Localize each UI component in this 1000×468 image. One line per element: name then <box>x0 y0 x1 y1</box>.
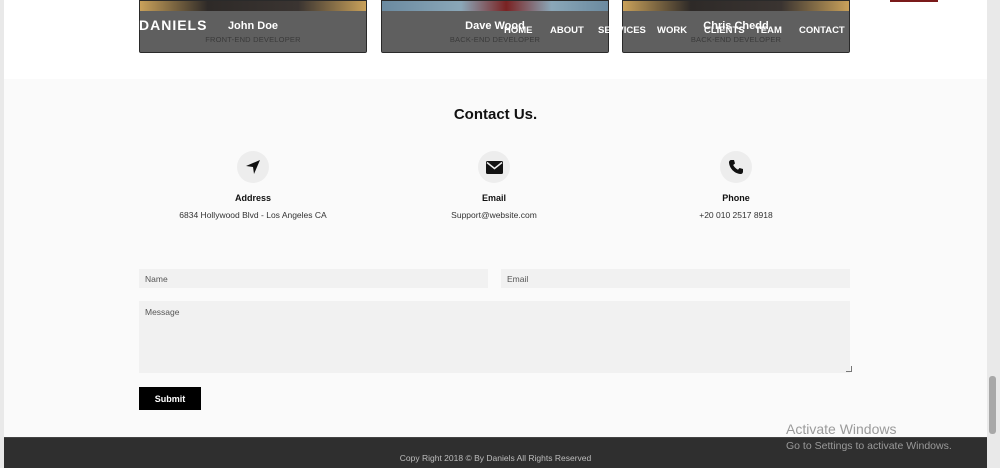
phone-icon <box>729 160 743 174</box>
team-photo <box>382 1 608 11</box>
team-photo <box>140 1 366 11</box>
footer-copyright: Copy Right 2018 © By Daniels All Rights … <box>399 453 592 463</box>
team-section: John Doe FRONT-END DEVELOPER Dave Wood B… <box>4 0 987 79</box>
contact-info-value: Support@website.com <box>451 210 537 220</box>
contact-info-title: Address <box>234 193 271 203</box>
contact-info-email: Email Support@website.com <box>384 151 604 220</box>
contact-title: Contact Us. <box>453 106 538 123</box>
nav-item-about[interactable]: ABOUT <box>550 20 584 36</box>
brand-logo[interactable]: DANIELS <box>139 17 207 33</box>
contact-info-value: 6834 Hollywood Blvd - Los Angeles CA <box>179 210 327 220</box>
nav-item-work[interactable]: WORK <box>657 20 687 36</box>
activate-windows-subtitle: Go to Settings to activate Windows. <box>786 440 952 452</box>
nav-item-clients[interactable]: CLIENTS <box>704 20 745 36</box>
page: John Doe FRONT-END DEVELOPER Dave Wood B… <box>4 0 987 468</box>
contact-info-title: Email <box>481 193 506 203</box>
team-member-role: FRONT-END DEVELOPER <box>205 35 301 44</box>
nav-item-contact[interactable]: CONTACT <box>799 20 845 36</box>
contact-info-value: +20 010 2517 8918 <box>699 210 773 220</box>
message-textarea[interactable] <box>139 301 850 373</box>
contact-info-title: Phone <box>722 193 750 203</box>
icon-circle <box>478 151 510 183</box>
team-member-role: BACK-END DEVELOPER <box>690 35 782 44</box>
scrollbar[interactable] <box>987 0 1000 468</box>
nav-item-team[interactable]: TEAM <box>755 20 782 36</box>
icon-circle <box>237 151 269 183</box>
scrollbar-thumb[interactable] <box>989 376 996 434</box>
nav-item-services[interactable]: SERVICES <box>598 20 646 36</box>
icon-circle <box>720 151 752 183</box>
activate-windows-title: Activate Windows <box>786 421 897 437</box>
email-input[interactable] <box>501 269 850 288</box>
submit-button[interactable]: Submit <box>139 387 201 410</box>
contact-info-phone: Phone +20 010 2517 8918 <box>626 151 846 220</box>
top-accent-bar <box>890 0 938 2</box>
team-photo <box>623 1 849 11</box>
contact-info-address: Address 6834 Hollywood Blvd - Los Angele… <box>143 151 363 220</box>
nav-item-home[interactable]: HOME <box>504 20 533 36</box>
envelope-icon <box>485 160 503 174</box>
textarea-resize-handle[interactable] <box>846 366 852 372</box>
team-member-role: BACK-END DEVELOPER <box>449 35 541 44</box>
name-input[interactable] <box>139 269 488 288</box>
location-arrow-icon <box>246 160 260 174</box>
